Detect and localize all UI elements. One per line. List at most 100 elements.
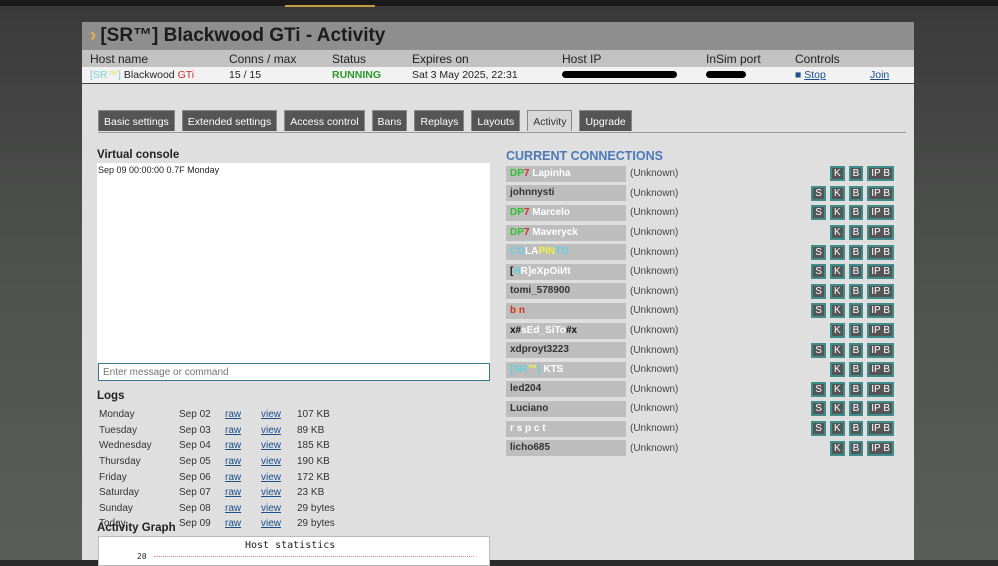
- ban-button[interactable]: B: [848, 205, 864, 221]
- tab-access-control[interactable]: Access control: [284, 110, 365, 131]
- name-segment: PIN: [538, 246, 556, 258]
- kick-button[interactable]: K: [829, 264, 845, 280]
- ip-ban-button[interactable]: IP B: [867, 283, 894, 299]
- view-link[interactable]: view: [261, 456, 281, 467]
- kick-button[interactable]: K: [829, 225, 845, 241]
- raw-link[interactable]: raw: [225, 518, 241, 529]
- tab-bans[interactable]: Bans: [371, 110, 408, 131]
- tab-basic-settings[interactable]: Basic settings: [98, 110, 175, 131]
- view-link[interactable]: view: [261, 472, 281, 483]
- ban-button[interactable]: B: [848, 185, 864, 201]
- spectate-button[interactable]: S: [811, 283, 826, 299]
- view-link[interactable]: view: [261, 440, 281, 451]
- ban-button[interactable]: B: [848, 362, 864, 378]
- tab-layouts[interactable]: Layouts: [471, 110, 521, 131]
- kick-button[interactable]: K: [829, 166, 845, 182]
- ip-ban-button[interactable]: IP B: [867, 342, 894, 358]
- log-day: Thursday: [99, 456, 141, 468]
- name-segment: led204: [510, 383, 542, 395]
- ip-ban-button[interactable]: IP B: [867, 362, 894, 378]
- connection-name: [HR]eXpOiИt: [506, 263, 626, 280]
- spectate-button[interactable]: S: [811, 264, 826, 280]
- ip-ban-button[interactable]: IP B: [867, 185, 894, 201]
- ban-button[interactable]: B: [848, 264, 864, 280]
- spectate-button[interactable]: S: [811, 342, 826, 358]
- ban-button[interactable]: B: [848, 421, 864, 437]
- kick-button[interactable]: K: [829, 362, 845, 378]
- spectate-button[interactable]: S: [811, 303, 826, 319]
- ip-ban-button[interactable]: IP B: [867, 381, 894, 397]
- kick-button[interactable]: K: [829, 283, 845, 299]
- ip-ban-button[interactable]: IP B: [867, 244, 894, 260]
- raw-link[interactable]: raw: [225, 409, 241, 420]
- raw-link[interactable]: raw: [225, 425, 241, 436]
- kick-button[interactable]: K: [829, 185, 845, 201]
- raw-link[interactable]: raw: [225, 440, 241, 451]
- kick-button[interactable]: K: [829, 244, 845, 260]
- connection-row: x#sEd_SiTo#x (Unknown) SKBIP B: [506, 321, 898, 341]
- spectate-button[interactable]: S: [811, 401, 826, 417]
- ip-ban-button[interactable]: IP B: [867, 401, 894, 417]
- log-size: 89 KB: [297, 424, 325, 436]
- ip-ban-button[interactable]: IP B: [867, 225, 894, 241]
- view-link[interactable]: view: [261, 409, 281, 420]
- spectate-button[interactable]: S: [811, 185, 826, 201]
- kick-button[interactable]: K: [829, 303, 845, 319]
- virtual-console: Sep 09 00:00:00 0.7F Monday: [97, 163, 490, 363]
- ban-button[interactable]: B: [848, 342, 864, 358]
- ban-button[interactable]: B: [848, 381, 864, 397]
- ip-ban-button[interactable]: IP B: [867, 303, 894, 319]
- ban-button[interactable]: B: [848, 244, 864, 260]
- connection-status: (Unknown): [630, 442, 679, 454]
- view-link[interactable]: view: [261, 425, 281, 436]
- view-link[interactable]: view: [261, 503, 281, 514]
- connection-name: DP7 Lapinha: [506, 165, 626, 182]
- ban-button[interactable]: B: [848, 323, 864, 339]
- raw-link[interactable]: raw: [225, 456, 241, 467]
- tab-activity[interactable]: Activity: [527, 110, 573, 131]
- log-day: Saturday: [99, 487, 140, 499]
- kick-button[interactable]: K: [829, 401, 845, 417]
- log-row: Monday Sep 02 raw view 107 KB: [99, 408, 335, 422]
- ban-button[interactable]: B: [848, 225, 864, 241]
- ban-button[interactable]: B: [848, 401, 864, 417]
- raw-link[interactable]: raw: [225, 503, 241, 514]
- connection-name: DP7 Maveryck: [506, 224, 626, 241]
- ip-ban-button[interactable]: IP B: [867, 166, 894, 182]
- ip-ban-button[interactable]: IP B: [867, 421, 894, 437]
- tab-replays[interactable]: Replays: [414, 110, 465, 131]
- kick-button[interactable]: K: [829, 342, 845, 358]
- spectate-button[interactable]: S: [811, 421, 826, 437]
- raw-link[interactable]: raw: [225, 487, 241, 498]
- col-controls: Controls: [795, 51, 840, 66]
- ip-ban-button[interactable]: IP B: [867, 323, 894, 339]
- kick-button[interactable]: K: [829, 440, 845, 456]
- tab-upgrade[interactable]: Upgrade: [579, 110, 632, 131]
- ban-button[interactable]: B: [848, 440, 864, 456]
- ip-ban-button[interactable]: IP B: [867, 205, 894, 221]
- name-segment: 7: [523, 226, 533, 238]
- ban-button[interactable]: B: [848, 283, 864, 299]
- view-link[interactable]: view: [261, 518, 281, 529]
- logs-heading: Logs: [97, 390, 125, 402]
- kick-button[interactable]: K: [829, 421, 845, 437]
- kick-button[interactable]: K: [829, 323, 845, 339]
- kick-button[interactable]: K: [829, 205, 845, 221]
- tab-extended-settings[interactable]: Extended settings: [181, 110, 278, 131]
- join-link[interactable]: Join: [870, 69, 889, 81]
- view-link[interactable]: view: [261, 487, 281, 498]
- spectate-button[interactable]: S: [811, 244, 826, 260]
- connection-controls: SKBIP B: [811, 342, 894, 358]
- raw-link[interactable]: raw: [225, 472, 241, 483]
- spectate-button[interactable]: S: [811, 381, 826, 397]
- stop-link[interactable]: Stop: [804, 69, 826, 81]
- spectate-button[interactable]: S: [811, 205, 826, 221]
- ban-button[interactable]: B: [848, 303, 864, 319]
- command-input[interactable]: [98, 363, 490, 381]
- connection-controls: SKBIP B: [811, 205, 894, 221]
- ban-button[interactable]: B: [848, 166, 864, 182]
- kick-button[interactable]: K: [829, 381, 845, 397]
- ip-ban-button[interactable]: IP B: [867, 440, 894, 456]
- ip-ban-button[interactable]: IP B: [867, 264, 894, 280]
- graph-gridline: [154, 556, 474, 557]
